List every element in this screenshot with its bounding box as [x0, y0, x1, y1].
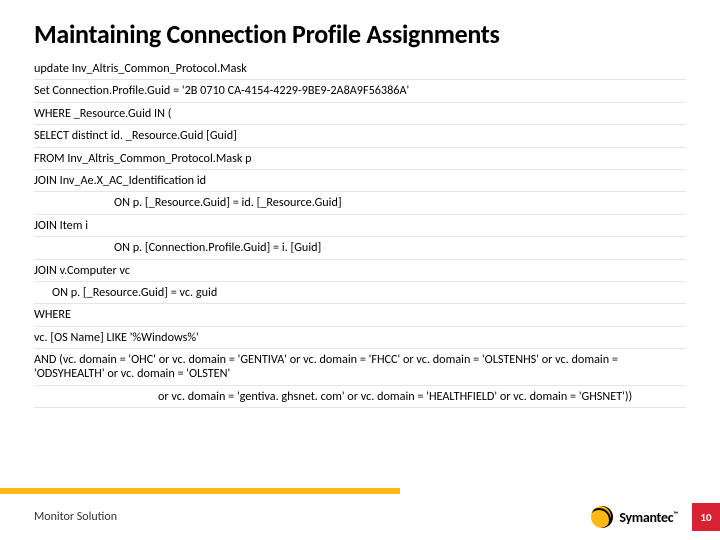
logo-text: Symantec™ [619, 509, 678, 526]
page-title: Maintaining Connection Profile Assignmen… [34, 18, 686, 50]
code-line: JOIN v.Computer vc [34, 260, 686, 282]
code-line: vc. [OS Name] LIKE '%Windows%' [34, 327, 686, 349]
code-line: WHERE [34, 304, 686, 326]
code-line: FROM Inv_Altris_Common_Protocol.Mask p [34, 148, 686, 170]
code-line: ON p. [_Resource.Guid] = id. [_Resource.… [34, 192, 686, 214]
logo-icon [591, 506, 613, 528]
footer-label: Monitor Solution [0, 510, 591, 524]
sql-code-block: update Inv_Altris_Common_Protocol.MaskSe… [34, 58, 686, 408]
code-line: ON p. [Connection.Profile.Guid] = i. [Gu… [34, 237, 686, 259]
code-line: JOIN Inv_Ae.X_AC_Identification id [34, 170, 686, 192]
code-line: SELECT distinct id. _Resource.Guid [Guid… [34, 125, 686, 147]
page-number-badge: 10 [692, 503, 720, 531]
code-line: or vc. domain = 'gentiva. ghsnet. com' o… [34, 386, 686, 408]
code-line: update Inv_Altris_Common_Protocol.Mask [34, 58, 686, 80]
code-line: JOIN Item i [34, 215, 686, 237]
code-line: ON p. [_Resource.Guid] = vc. guid [34, 282, 686, 304]
brand-logo: Symantec™ [591, 506, 692, 528]
code-line: WHERE _Resource.Guid IN ( [34, 103, 686, 125]
code-line: AND (vc. domain = 'OHC' or vc. domain = … [34, 349, 686, 386]
code-line: Set Connection.Profile.Guid = '2B 0710 C… [34, 80, 686, 102]
footer: Monitor Solution Symantec™ 10 [0, 494, 720, 540]
